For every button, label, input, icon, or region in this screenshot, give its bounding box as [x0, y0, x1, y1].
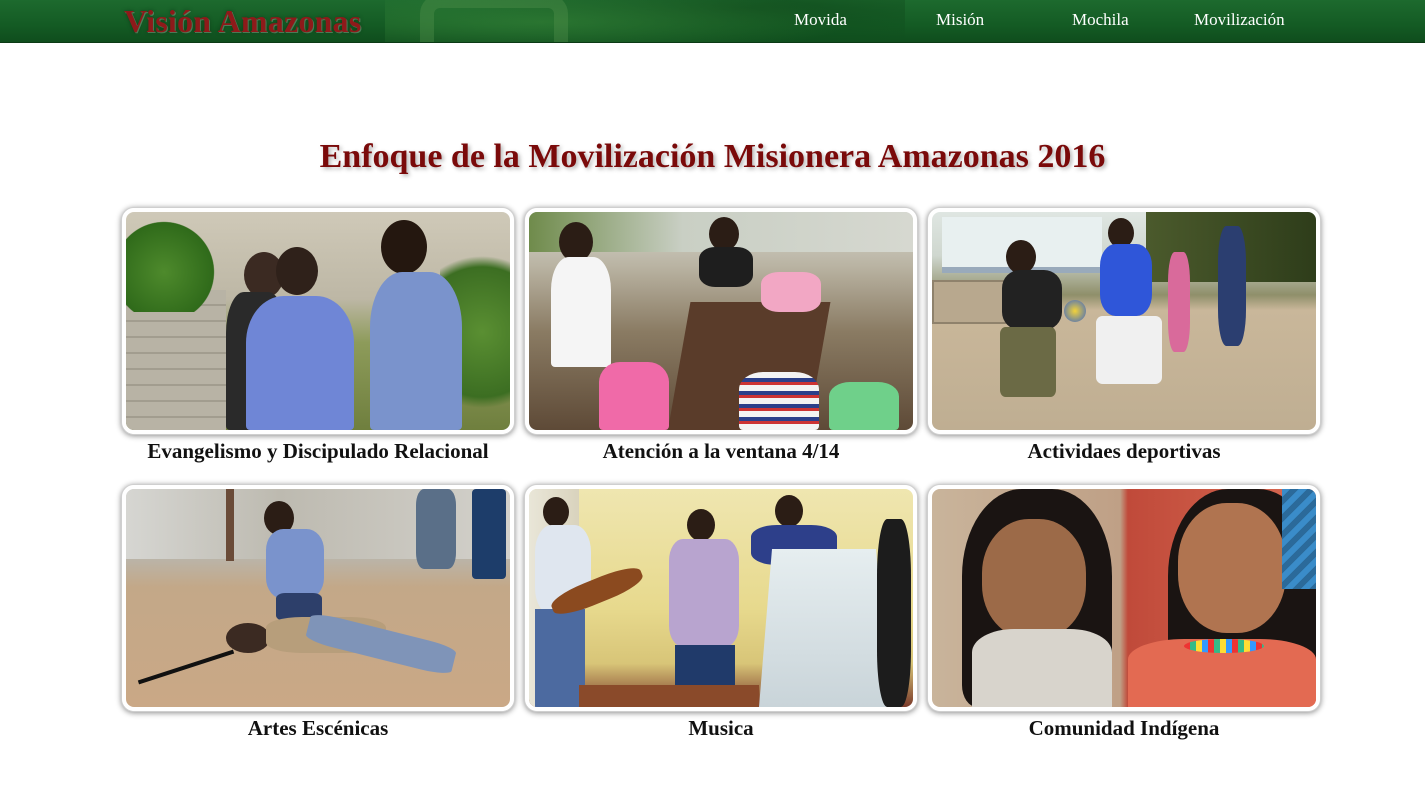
focus-card-sports: Actividaes deportivas — [928, 208, 1320, 464]
music-worship-photo-frame[interactable] — [525, 485, 917, 711]
top-navigation-bar: Visión Amazonas Movida Misión Mochila Mo… — [0, 0, 1425, 42]
card-caption: Musica — [688, 716, 754, 740]
music-worship-photo — [529, 489, 913, 707]
children-table-photo-frame[interactable] — [525, 208, 917, 434]
card-caption: Actividaes deportivas — [1027, 439, 1221, 463]
children-table-photo — [529, 212, 913, 430]
focus-card-children: Atención a la ventana 4/14 — [525, 208, 917, 464]
drama-photo-frame[interactable] — [122, 485, 514, 711]
card-caption: Comunidad Indígena — [1028, 716, 1220, 740]
focus-card-drama: Artes Escénicas — [122, 485, 514, 741]
focus-card-indigenous: Comunidad Indígena — [928, 485, 1320, 741]
evangelism-photo — [126, 212, 510, 430]
card-caption: Atención a la ventana 4/14 — [602, 439, 840, 463]
evangelism-photo-frame[interactable] — [122, 208, 514, 434]
nav-item-movilizacion[interactable]: Movilización — [1194, 10, 1285, 30]
nav-item-mochila[interactable]: Mochila — [1072, 10, 1129, 30]
card-caption: Evangelismo y Discipulado Relacional — [147, 439, 489, 463]
header-background-shape — [420, 0, 568, 42]
sports-photo — [932, 212, 1316, 430]
site-logo-link[interactable]: Visión Amazonas — [124, 3, 361, 40]
drama-photo — [126, 489, 510, 707]
card-caption: Artes Escénicas — [247, 716, 389, 740]
indigenous-girls-photo — [932, 489, 1316, 707]
focus-card-evangelism: Evangelismo y Discipulado Relacional — [122, 208, 514, 464]
nav-item-mision[interactable]: Misión — [936, 10, 984, 30]
sports-photo-frame[interactable] — [928, 208, 1320, 434]
focus-card-music: Musica — [525, 485, 917, 741]
indigenous-girls-photo-frame[interactable] — [928, 485, 1320, 711]
nav-item-movida[interactable]: Movida — [794, 10, 847, 30]
page-title: Enfoque de la Movilización Misionera Ama… — [319, 138, 1106, 175]
